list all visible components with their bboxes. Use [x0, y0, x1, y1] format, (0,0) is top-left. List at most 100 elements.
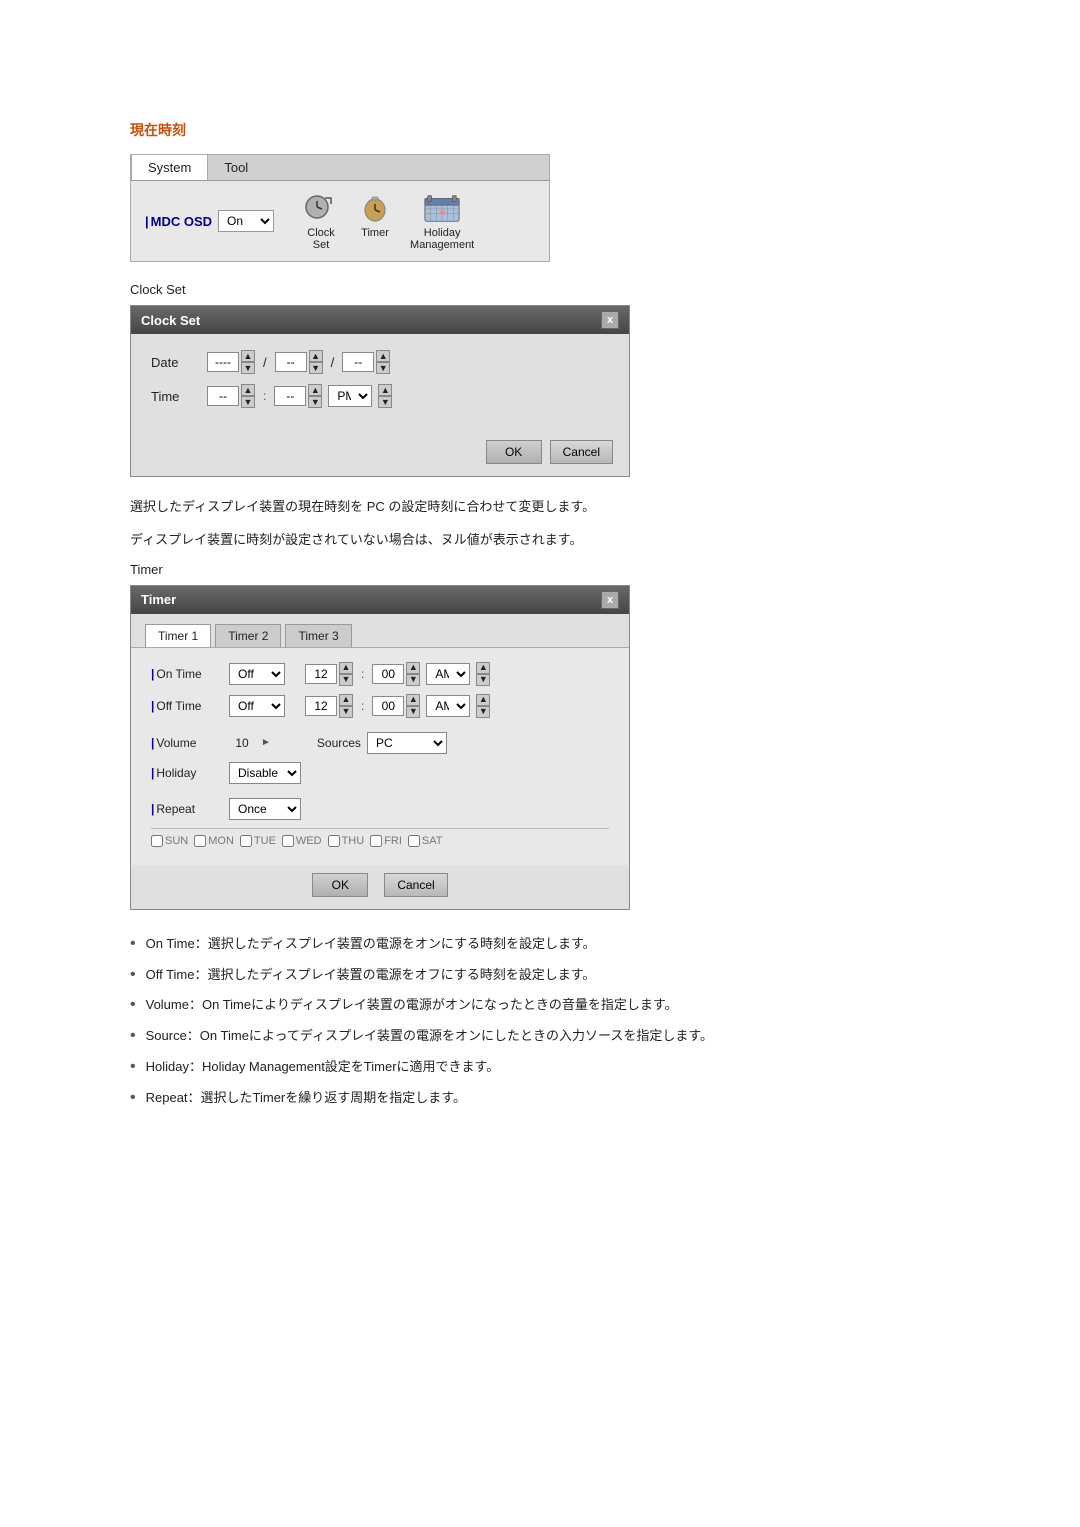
- date-field-3[interactable]: [342, 352, 374, 372]
- date1-up[interactable]: ▲: [241, 350, 255, 362]
- date-field-1[interactable]: [207, 352, 239, 372]
- date1-down[interactable]: ▼: [241, 362, 255, 374]
- bullet-item-ontime: • On Time：選択したディスプレイ装置の電源をオンにする時刻を設定します。: [130, 934, 950, 955]
- holiday-row: | Holiday Disable: [151, 762, 609, 784]
- on-min-up[interactable]: ▲: [406, 662, 420, 674]
- timer-label-icon: Timer: [361, 227, 389, 239]
- off-ampm-up[interactable]: ▲: [476, 694, 490, 706]
- menu-item-system[interactable]: System: [131, 155, 208, 180]
- date2-down[interactable]: ▼: [309, 362, 323, 374]
- off-min-up[interactable]: ▲: [406, 694, 420, 706]
- date-label: Date: [151, 355, 201, 370]
- day-wed[interactable]: WED: [282, 835, 322, 847]
- on-time-mode-select[interactable]: Off: [229, 663, 285, 685]
- timer-dialog-title: Timer: [141, 592, 176, 607]
- time1-down[interactable]: ▼: [241, 396, 255, 408]
- day-mon[interactable]: MON: [194, 835, 234, 847]
- timer-dialog: Timer x Timer 1 Timer 2 Timer 3 | On Tim…: [130, 585, 630, 910]
- ampm-select[interactable]: PM AM: [328, 385, 372, 407]
- timer-dialog-close[interactable]: x: [601, 591, 619, 609]
- bullet-item-holiday: • Holiday：Holiday Management設定をTimerに適用で…: [130, 1057, 950, 1078]
- date2-up[interactable]: ▲: [309, 350, 323, 362]
- clock-ok-button[interactable]: OK: [486, 440, 542, 464]
- volume-value: 10: [229, 736, 255, 750]
- off-time-hour[interactable]: [305, 696, 337, 716]
- clock-dialog-titlebar: Clock Set x: [131, 306, 629, 334]
- on-time-hour[interactable]: [305, 664, 337, 684]
- time-sep: :: [263, 389, 266, 403]
- bullet-text-5: Holiday：Holiday Management設定をTimerに適用できま…: [146, 1057, 500, 1078]
- timer-ok-button[interactable]: OK: [312, 873, 368, 897]
- on-time-ampm[interactable]: AM PM: [426, 663, 470, 685]
- date-sep1: /: [263, 355, 267, 370]
- off-min-down[interactable]: ▼: [406, 706, 420, 718]
- off-time-row: | Off Time Off ▲ ▼ : ▲ ▼: [151, 694, 609, 718]
- off-time-min[interactable]: [372, 696, 404, 716]
- clock-dialog: Clock Set x Date ▲ ▼ / ▲ ▼ /: [130, 305, 630, 477]
- timer-sublabel: Timer: [130, 562, 950, 577]
- repeat-label: Repeat: [156, 802, 195, 816]
- day-thu[interactable]: THU: [328, 835, 365, 847]
- off-time-ampm[interactable]: AM PM: [426, 695, 470, 717]
- time-field-1[interactable]: [207, 386, 239, 406]
- icon-group: ClockSet Timer: [302, 191, 474, 251]
- date3-up[interactable]: ▲: [376, 350, 390, 362]
- holiday-label: HolidayManagement: [410, 227, 474, 251]
- day-sat[interactable]: SAT: [408, 835, 443, 847]
- clock-set-icon-item[interactable]: ClockSet: [302, 191, 340, 251]
- day-sun[interactable]: SUN: [151, 835, 188, 847]
- app-window: System Tool MDC OSD On ClockSet: [130, 154, 550, 262]
- off-time-label: Off Time: [156, 699, 201, 713]
- off-hour-up[interactable]: ▲: [339, 694, 353, 706]
- app-menubar: System Tool: [131, 155, 549, 181]
- date-row: Date ▲ ▼ / ▲ ▼ / ▲ ▼: [151, 350, 609, 374]
- holiday-icon-item[interactable]: HolidayManagement: [410, 191, 474, 251]
- on-ampm-up[interactable]: ▲: [476, 662, 490, 674]
- ampm-down[interactable]: ▼: [378, 396, 392, 408]
- vol-right-arrow[interactable]: ►: [261, 737, 271, 748]
- time2-up[interactable]: ▲: [308, 384, 322, 396]
- clock-cancel-button[interactable]: Cancel: [550, 440, 613, 464]
- menu-item-tool[interactable]: Tool: [208, 155, 264, 180]
- off-time-mode-select[interactable]: Off: [229, 695, 285, 717]
- on-min-down[interactable]: ▼: [406, 674, 420, 686]
- time-label: Time: [151, 389, 201, 404]
- timer-tab-2[interactable]: Timer 2: [215, 624, 281, 647]
- section-title: 現在時刻: [130, 120, 950, 140]
- timer-icon-item[interactable]: Timer: [356, 191, 394, 239]
- sources-select[interactable]: PC: [367, 732, 447, 754]
- on-select[interactable]: On: [218, 210, 274, 232]
- bullet-text-3: Volume：On Timeによりディスプレイ装置の電源がオンになったときの音量…: [146, 995, 678, 1016]
- bullet-dot-4: •: [130, 1026, 136, 1047]
- on-ampm-down[interactable]: ▼: [476, 674, 490, 686]
- bullet-dot-3: •: [130, 995, 136, 1016]
- mdc-osd-label: MDC OSD: [145, 214, 212, 229]
- on-time-row: | On Time Off ▲ ▼ : ▲ ▼: [151, 662, 609, 686]
- date3-down[interactable]: ▼: [376, 362, 390, 374]
- on-hour-down[interactable]: ▼: [339, 674, 353, 686]
- time2-down[interactable]: ▼: [308, 396, 322, 408]
- bullet-text-1: On Time：選択したディスプレイ装置の電源をオンにする時刻を設定します。: [146, 934, 596, 955]
- day-fri[interactable]: FRI: [370, 835, 402, 847]
- date-field-2[interactable]: [275, 352, 307, 372]
- timer-tab-1[interactable]: Timer 1: [145, 624, 211, 647]
- repeat-select[interactable]: Once: [229, 798, 301, 820]
- timer-cancel-button[interactable]: Cancel: [384, 873, 447, 897]
- clock-dialog-close[interactable]: x: [601, 311, 619, 329]
- ampm-up[interactable]: ▲: [378, 384, 392, 396]
- bullet-item-volume: • Volume：On Timeによりディスプレイ装置の電源がオンになったときの…: [130, 995, 950, 1016]
- off-ampm-down[interactable]: ▼: [476, 706, 490, 718]
- clock-set-sublabel: Clock Set: [130, 282, 950, 297]
- time-row: Time ▲ ▼ : ▲ ▼ PM AM ▲: [151, 384, 609, 408]
- timer-dialog-titlebar: Timer x: [131, 586, 629, 614]
- time1-up[interactable]: ▲: [241, 384, 255, 396]
- bullet-text-6: Repeat：選択したTimerを繰り返す周期を指定します。: [146, 1088, 466, 1109]
- on-hour-up[interactable]: ▲: [339, 662, 353, 674]
- day-tue[interactable]: TUE: [240, 835, 276, 847]
- on-time-min[interactable]: [372, 664, 404, 684]
- time-field-2[interactable]: [274, 386, 306, 406]
- date-sep2: /: [331, 355, 335, 370]
- off-hour-down[interactable]: ▼: [339, 706, 353, 718]
- timer-tab-3[interactable]: Timer 3: [285, 624, 351, 647]
- holiday-select[interactable]: Disable: [229, 762, 301, 784]
